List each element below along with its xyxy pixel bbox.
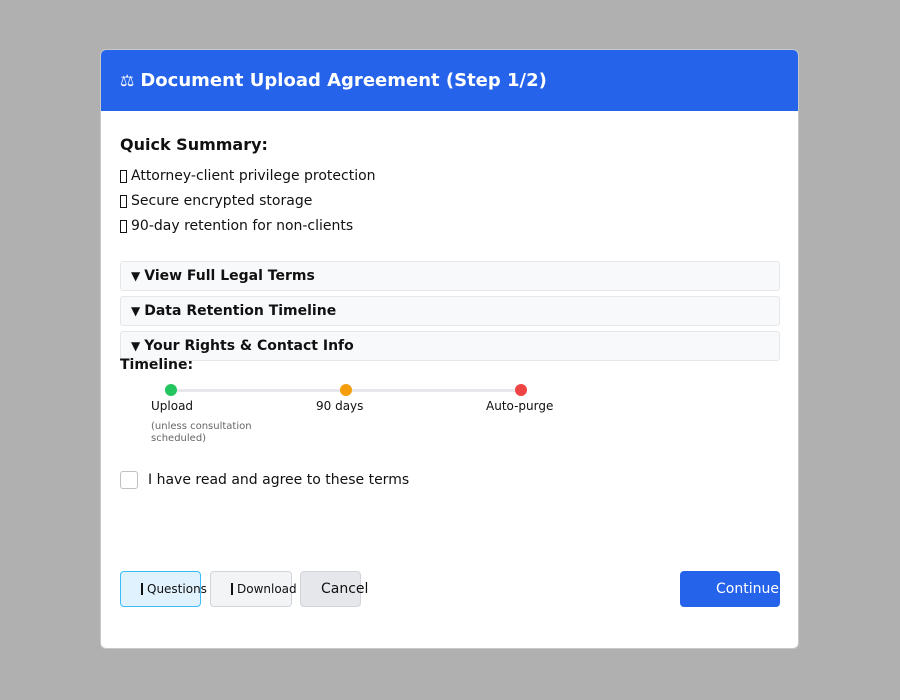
accordion-label: View Full Legal Terms — [144, 268, 315, 284]
timeline-dot-upload — [165, 384, 177, 396]
bullet-icon — [120, 219, 127, 233]
dialog-header: ⚖ Document Upload Agreement (Step 1/2) — [101, 50, 798, 111]
agree-row: I have read and agree to these terms — [120, 471, 409, 489]
accordion-rights-contact[interactable]: ▼ Your Rights & Contact Info — [120, 331, 780, 361]
summary-title: Quick Summary: — [120, 135, 268, 154]
bullet-icon — [120, 194, 127, 208]
cancel-button[interactable]: Cancel — [300, 571, 368, 607]
accordion-legal-terms[interactable]: ▼ View Full Legal Terms — [120, 261, 780, 291]
triangle-down-icon: ▼ — [131, 269, 141, 283]
accordion-label: Your Rights & Contact Info — [144, 338, 354, 354]
timeline-dot-auto-purge — [515, 384, 527, 396]
download-button[interactable]: Download — [210, 571, 297, 607]
summary-item: 90-day retention for non-clients — [120, 218, 353, 234]
agree-checkbox[interactable] — [120, 471, 138, 489]
timeline-label: 90 days — [316, 399, 364, 413]
summary-item-label: Attorney-client privilege protection — [131, 168, 376, 184]
download-icon — [231, 583, 233, 595]
summary-item-label: 90-day retention for non-clients — [131, 218, 354, 234]
summary-item-label: Secure encrypted storage — [131, 193, 313, 209]
timeline-note: (unless consultation scheduled) — [151, 421, 252, 444]
timeline-label: Upload — [151, 399, 194, 413]
bullet-icon — [120, 169, 127, 183]
download-label: Download — [237, 582, 297, 596]
accordion-label: Data Retention Timeline — [144, 303, 337, 319]
scale-icon: ⚖ — [120, 71, 135, 90]
timeline-label: Auto-purge — [486, 399, 554, 413]
timeline-dot-90-days — [340, 384, 352, 396]
continue-button[interactable]: Continue — [680, 571, 780, 607]
dialog-title: Document Upload Agreement (Step 1/2) — [140, 70, 547, 91]
summary-item: Secure encrypted storage — [120, 193, 312, 209]
questions-label: Questions — [147, 582, 207, 596]
triangle-down-icon: ▼ — [131, 304, 141, 318]
agreement-dialog: ⚖ Document Upload Agreement (Step 1/2) Q… — [100, 49, 799, 649]
triangle-down-icon: ▼ — [131, 339, 141, 353]
accordion-data-retention[interactable]: ▼ Data Retention Timeline — [120, 296, 780, 326]
summary-item: Attorney-client privilege protection — [120, 168, 376, 184]
question-icon — [141, 583, 143, 595]
agree-label: I have read and agree to these terms — [148, 472, 410, 488]
questions-button[interactable]: Questions — [120, 571, 207, 607]
timeline-title: Timeline: — [120, 357, 194, 373]
